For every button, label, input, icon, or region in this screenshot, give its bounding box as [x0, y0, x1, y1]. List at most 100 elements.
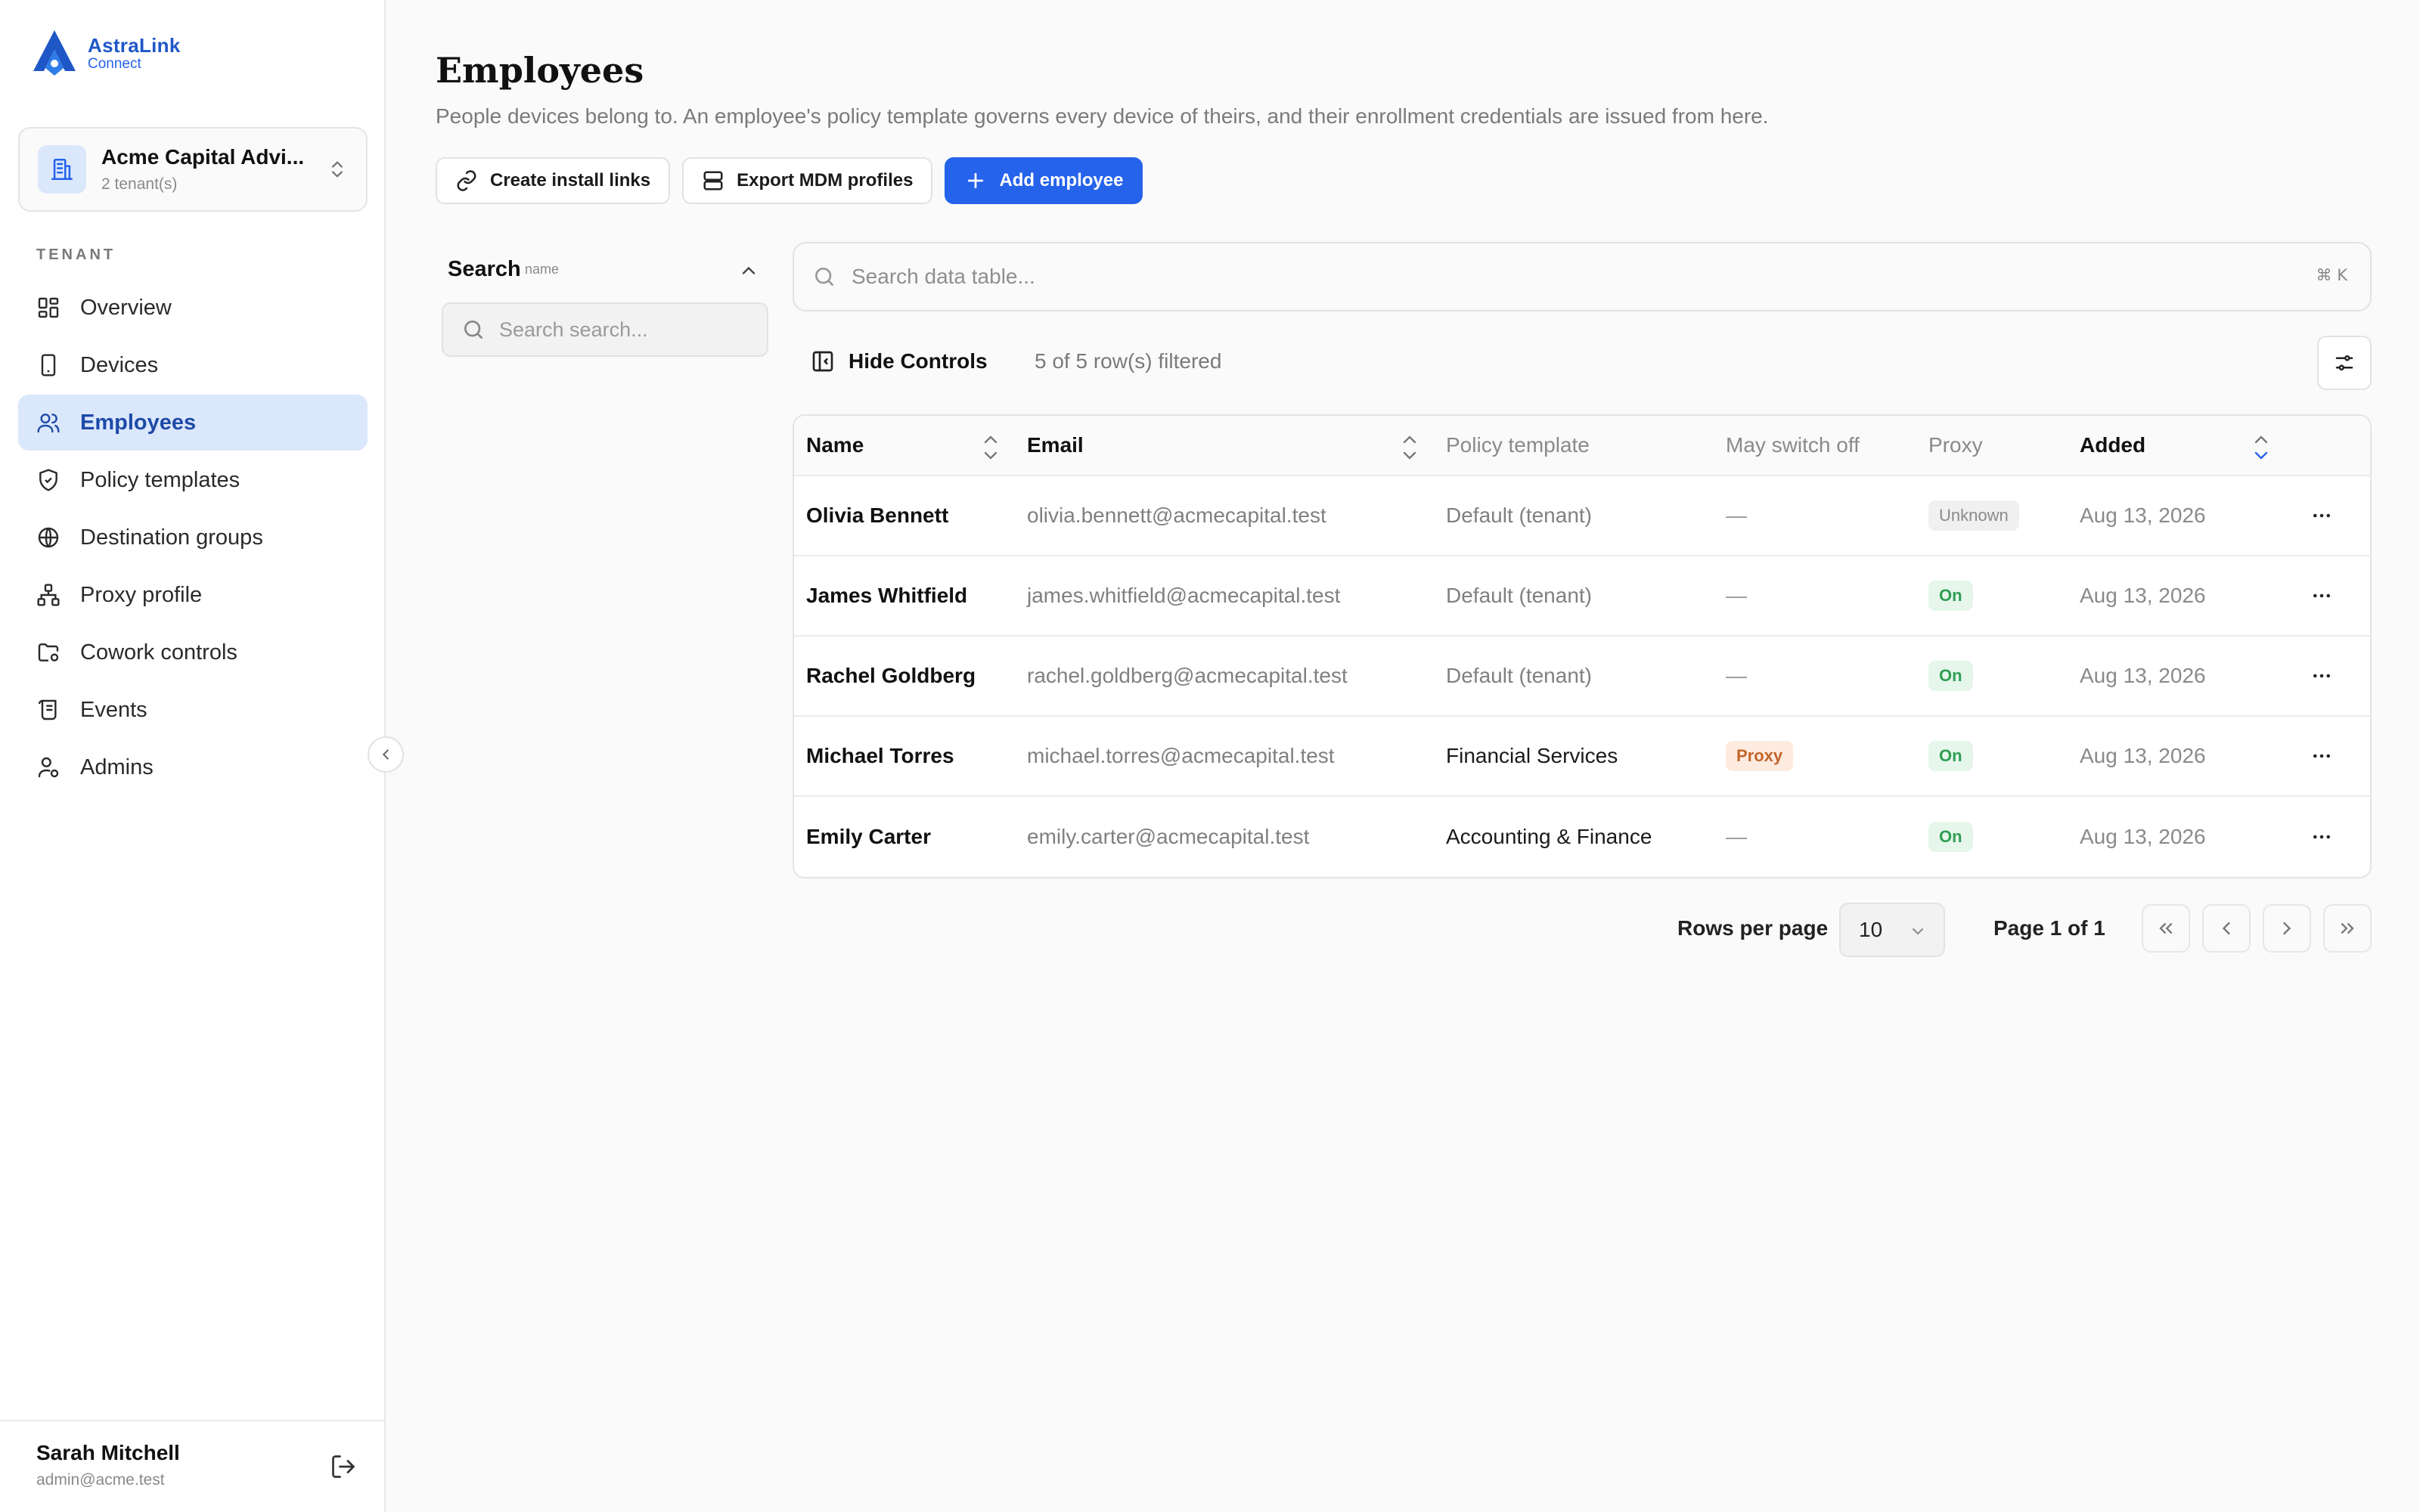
chevrons-left-icon — [2159, 923, 2173, 934]
network-icon — [37, 584, 60, 606]
sidebar-item-cowork-controls[interactable]: Cowork controls — [18, 624, 368, 680]
may-switch-off-cell: Proxy — [1726, 717, 1922, 795]
proxy-status-badge: Unknown — [1928, 500, 2019, 531]
export-mdm-profiles-button[interactable]: Export MDM profiles — [682, 157, 933, 204]
sidebar-item-label: Admins — [80, 754, 154, 779]
row-actions-button[interactable] — [2299, 556, 2344, 635]
chevron-right-icon — [2283, 922, 2291, 935]
row-actions-button[interactable] — [2299, 717, 2344, 795]
column-header-label: Email — [1027, 433, 1084, 457]
logout-icon[interactable] — [330, 1453, 357, 1480]
table-row[interactable]: Olivia Bennett olivia.bennett@acmecapita… — [794, 476, 2370, 556]
sidebar: AstraLink Connect Acme Capital Advi... 2… — [0, 0, 386, 1512]
link-icon — [457, 170, 476, 191]
employee-name: Rachel Goldberg — [806, 664, 976, 687]
column-header-label: May switch off — [1726, 433, 1860, 457]
filter-search-subtitle: name — [525, 262, 560, 277]
chevrons-right-icon — [2341, 923, 2354, 934]
sort-desc-icon[interactable] — [2251, 431, 2272, 464]
employee-policy: Default (tenant) — [1446, 664, 1592, 687]
sidebar-item-policy-templates[interactable]: Policy templates — [18, 452, 368, 508]
hide-controls-button[interactable]: Hide Controls — [811, 333, 988, 390]
view-options-button[interactable] — [2317, 336, 2372, 390]
sidebar-item-label: Cowork controls — [80, 640, 237, 665]
table-row[interactable]: James Whitfield james.whitfield@acmecapi… — [794, 556, 2370, 637]
column-header-added[interactable]: Added — [2080, 416, 2276, 475]
server-icon — [703, 171, 723, 191]
brand-logo[interactable]: AstraLink Connect — [29, 27, 181, 79]
employee-added: Aug 13, 2026 — [2080, 503, 2206, 527]
rows-per-page-select[interactable]: 10 — [1839, 903, 1945, 957]
sidebar-item-label: Events — [80, 697, 147, 722]
tenant-switcher[interactable]: Acme Capital Advi... 2 tenant(s) — [18, 127, 368, 212]
sidebar-item-overview[interactable]: Overview — [18, 280, 368, 336]
proxy-cell: On — [1928, 717, 2080, 795]
first-page-button[interactable] — [2142, 904, 2190, 953]
proxy-status-badge: On — [1928, 822, 1973, 852]
chevron-up-icon[interactable] — [738, 260, 759, 281]
grid-icon — [38, 297, 59, 318]
column-header-may-switch-off: May switch off — [1726, 416, 1922, 475]
employee-added: Aug 13, 2026 — [2080, 825, 2206, 848]
pagination: Rows per page 10 Page 1 of 1 — [386, 903, 2420, 957]
create-install-links-label: Create install links — [490, 170, 651, 191]
shield-icon — [39, 469, 57, 491]
sidebar-item-proxy-profile[interactable]: Proxy profile — [18, 567, 368, 623]
previous-page-button[interactable] — [2202, 904, 2251, 953]
more-horizontal-icon — [2313, 593, 2330, 598]
main-content: Employees People devices belong to. An e… — [386, 0, 2420, 1512]
last-page-button[interactable] — [2323, 904, 2372, 953]
table-search-input[interactable]: Search data table... ⌘ K — [793, 242, 2372, 311]
sidebar-item-destination-groups[interactable]: Destination groups — [18, 510, 368, 565]
sidebar-item-label: Overview — [80, 295, 172, 320]
employee-email: emily.carter@acmecapital.test — [1027, 825, 1310, 848]
phone-icon — [41, 354, 56, 376]
proxy-status-badge: On — [1928, 741, 1973, 771]
collapse-sidebar-button[interactable] — [368, 736, 404, 773]
employee-may-switch-off: — — [1726, 825, 1747, 848]
may-switch-off-badge: Proxy — [1726, 741, 1794, 771]
employee-policy: Default (tenant) — [1446, 584, 1592, 607]
employee-name: Olivia Bennett — [806, 503, 949, 527]
sidebar-item-devices[interactable]: Devices — [18, 337, 368, 393]
sort-icon[interactable] — [1399, 431, 1420, 464]
add-employee-button[interactable]: Add employee — [945, 157, 1143, 204]
employee-email: james.whitfield@acmecapital.test — [1027, 584, 1341, 607]
filter-search-input[interactable]: Search search... — [442, 302, 768, 357]
create-install-links-button[interactable]: Create install links — [436, 157, 671, 204]
more-horizontal-icon — [2313, 513, 2330, 518]
rows-per-page-label: Rows per page — [1677, 916, 1829, 940]
employee-policy: Accounting & Finance — [1446, 825, 1652, 848]
proxy-cell: On — [1928, 556, 2080, 635]
astralink-logo-icon — [33, 30, 76, 76]
row-actions-button[interactable] — [2299, 797, 2344, 877]
row-actions-button[interactable] — [2299, 476, 2344, 555]
column-header-policy-template: Policy template — [1446, 416, 1718, 475]
sidebar-item-admins[interactable]: Admins — [18, 739, 368, 795]
table-row[interactable]: Rachel Goldberg rachel.goldberg@acmecapi… — [794, 637, 2370, 717]
keyboard-shortcut: ⌘ K — [2316, 266, 2347, 284]
row-actions-button[interactable] — [2299, 637, 2344, 715]
employee-email: olivia.bennett@acmecapital.test — [1027, 503, 1326, 527]
sidebar-item-events[interactable]: Events — [18, 682, 368, 738]
sort-icon[interactable] — [980, 431, 1001, 464]
sidebar-item-label: Employees — [80, 410, 197, 435]
column-header-email[interactable]: Email — [1027, 416, 1435, 475]
column-header-label: Added — [2080, 433, 2146, 457]
brand-name: AstraLink — [88, 33, 181, 57]
proxy-cell: On — [1928, 797, 2080, 877]
employee-name: Emily Carter — [806, 825, 931, 848]
sidebar-item-label: Proxy profile — [80, 582, 203, 607]
employee-policy: Financial Services — [1446, 744, 1618, 767]
hide-controls-label: Hide Controls — [849, 349, 988, 373]
sidebar-item-label: Policy templates — [80, 467, 240, 492]
next-page-button[interactable] — [2263, 904, 2311, 953]
sidebar-item-label: Destination groups — [80, 525, 263, 550]
filter-search-title[interactable]: Search — [448, 257, 521, 282]
users-icon — [37, 414, 60, 433]
table-row[interactable]: Michael Torres michael.torres@acmecapita… — [794, 717, 2370, 797]
user-cog-icon — [38, 757, 59, 778]
proxy-cell: On — [1928, 637, 2080, 715]
table-row[interactable]: Emily Carter emily.carter@acmecapital.te… — [794, 797, 2370, 877]
sidebar-item-employees[interactable]: Employees — [18, 395, 368, 451]
